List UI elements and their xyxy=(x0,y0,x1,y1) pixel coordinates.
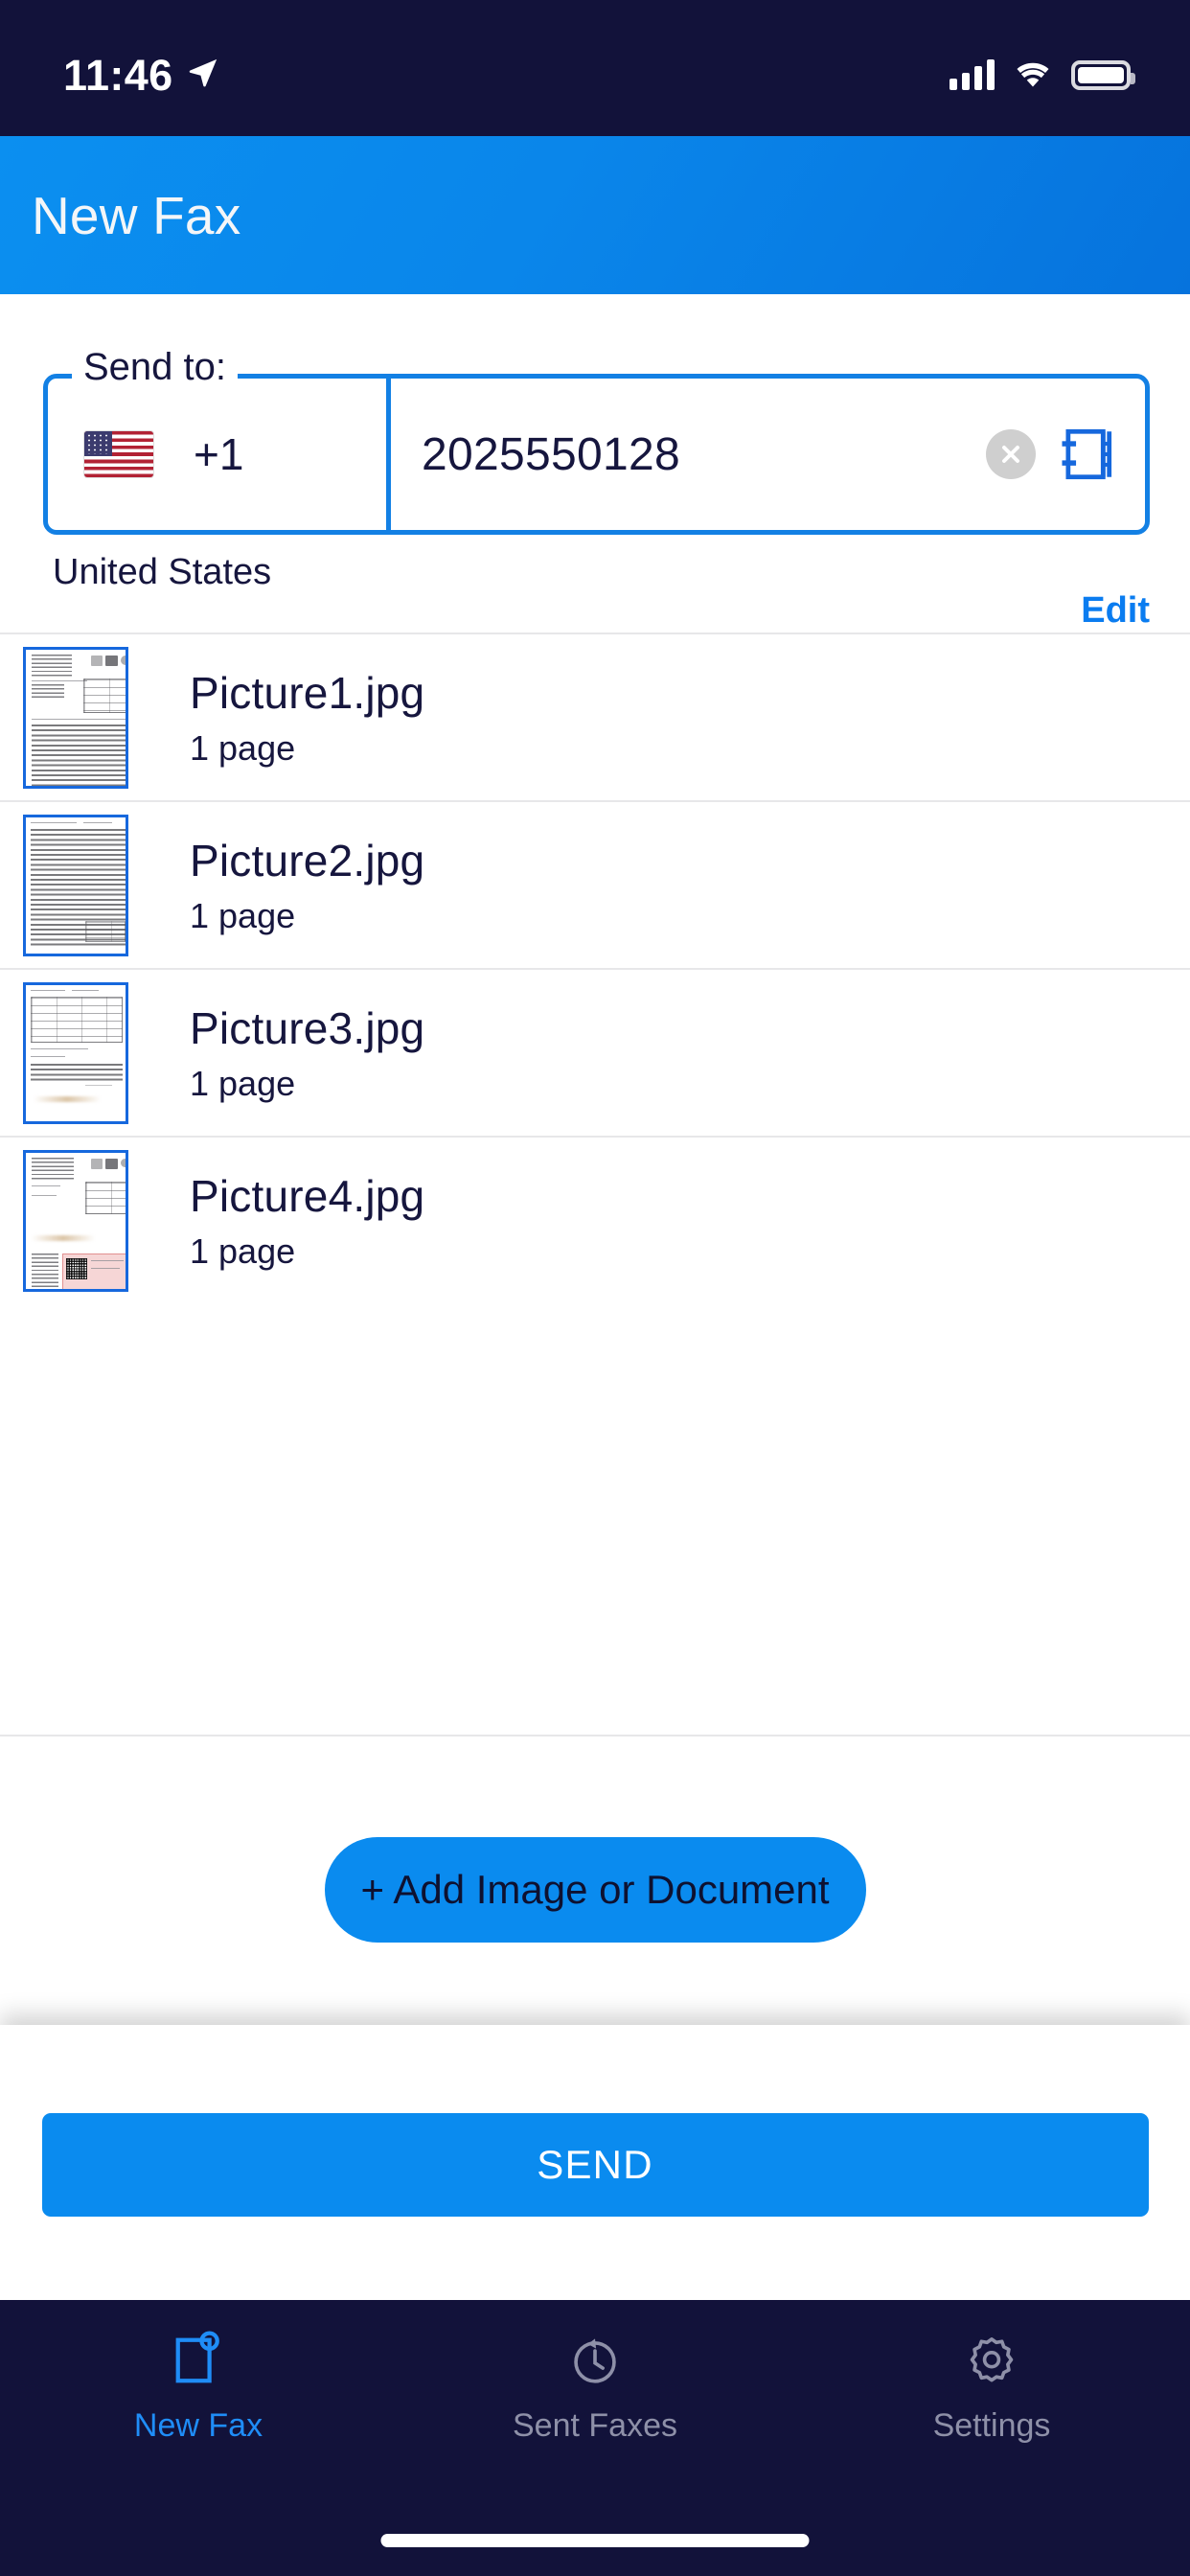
file-meta: Picture4.jpg 1 page xyxy=(128,1170,424,1272)
document-thumbnail[interactable] xyxy=(23,814,128,956)
send-to-section: Send to: +1 2025550128 United States Edi… xyxy=(0,294,1190,632)
app-header: New Fax xyxy=(0,136,1190,294)
status-bar-left: 11:46 xyxy=(63,40,219,97)
file-meta: Picture3.jpg 1 page xyxy=(128,1002,424,1104)
file-name: Picture1.jpg xyxy=(190,667,425,718)
send-to-legend: Send to: xyxy=(72,348,239,386)
tab-label: New Fax xyxy=(133,2407,263,2444)
file-page-count: 1 page xyxy=(190,1230,296,1271)
send-to-fieldset: Send to: +1 2025550128 xyxy=(43,348,1150,535)
country-code-selector[interactable]: +1 xyxy=(48,379,391,530)
fax-number-cell: 2025550128 xyxy=(391,379,1145,530)
list-item[interactable]: Picture4.jpg 1 page xyxy=(0,1136,1190,1303)
address-book-icon[interactable] xyxy=(1057,425,1120,484)
cellular-signal-icon xyxy=(950,59,995,90)
battery-full-icon xyxy=(1071,59,1135,90)
file-meta: Picture2.jpg 1 page xyxy=(128,835,424,936)
status-bar-right xyxy=(950,43,1135,93)
file-name: Picture2.jpg xyxy=(190,835,425,886)
send-bar: SEND xyxy=(0,2025,1190,2300)
bottom-tab-bar: New Fax Sent Faxes Settings xyxy=(0,2300,1190,2576)
attachment-list: Picture1.jpg 1 page Picture2.jpg 1 page xyxy=(0,632,1190,1303)
new-fax-page-icon xyxy=(171,2331,226,2390)
document-thumbnail[interactable] xyxy=(23,1149,128,1292)
home-indicator xyxy=(380,2534,810,2547)
country-row: United States Edit xyxy=(0,535,1190,632)
country-code-value: +1 xyxy=(194,429,244,479)
app-screen: 11:46 New Fax Send to: +1 2025550128 Uni… xyxy=(0,0,1190,2576)
document-thumbnail[interactable] xyxy=(23,981,128,1124)
wifi-icon xyxy=(1012,57,1054,93)
list-item[interactable]: Picture2.jpg 1 page xyxy=(0,800,1190,968)
tab-label: Sent Faxes xyxy=(513,2407,677,2444)
status-bar: 11:46 xyxy=(0,0,1190,136)
tab-sent-faxes[interactable]: Sent Faxes xyxy=(397,2331,793,2445)
list-item[interactable]: Picture3.jpg 1 page xyxy=(0,968,1190,1136)
clear-circle-icon[interactable] xyxy=(986,429,1036,479)
file-meta: Picture1.jpg 1 page xyxy=(128,667,424,769)
file-name: Picture4.jpg xyxy=(190,1170,425,1221)
file-name: Picture3.jpg xyxy=(190,1002,425,1053)
add-attachment-zone: + Add Image or Document xyxy=(0,1735,1190,2025)
send-button[interactable]: SEND xyxy=(41,2113,1149,2217)
list-item[interactable]: Picture1.jpg 1 page xyxy=(0,632,1190,800)
edit-button[interactable]: Edit xyxy=(1081,552,1150,632)
location-arrow-icon xyxy=(187,43,219,94)
tab-label: Settings xyxy=(932,2407,1051,2444)
tab-new-fax[interactable]: New Fax xyxy=(0,2331,397,2445)
history-clock-icon xyxy=(567,2331,623,2390)
file-page-count: 1 page xyxy=(190,727,296,768)
document-thumbnail[interactable] xyxy=(23,646,128,789)
file-page-count: 1 page xyxy=(190,895,296,935)
file-page-count: 1 page xyxy=(190,1063,296,1103)
fax-number-input[interactable]: 2025550128 xyxy=(422,428,965,481)
add-image-or-document-button[interactable]: + Add Image or Document xyxy=(324,1836,866,1943)
tab-settings[interactable]: Settings xyxy=(793,2331,1190,2445)
gear-icon xyxy=(964,2331,1019,2390)
country-name: United States xyxy=(53,552,272,592)
us-flag-icon xyxy=(84,431,153,477)
page-title: New Fax xyxy=(32,185,241,245)
status-time: 11:46 xyxy=(63,50,173,100)
